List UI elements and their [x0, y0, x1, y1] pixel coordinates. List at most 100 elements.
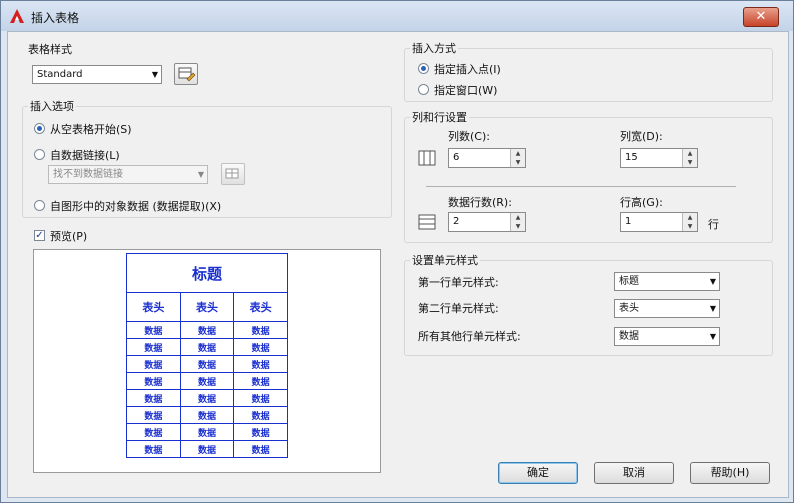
insert-options-label: 插入选项 — [28, 98, 76, 114]
preview-data-cell: 数据 — [126, 440, 181, 458]
insert-table-dialog: 插入表格 ✕ 表格样式 Standard ▼ 插入选项 从空表格开始(S) 自数… — [0, 0, 794, 503]
preview-data-cell: 数据 — [126, 355, 181, 373]
rows-icon — [418, 214, 436, 230]
other-rows-style-label: 所有其他行单元样式: — [418, 330, 521, 343]
preview-data-cell: 数据 — [233, 423, 288, 441]
preview-data-cell: 数据 — [179, 389, 235, 407]
chevron-down-icon: ▼ — [709, 304, 716, 313]
from-empty-label[interactable]: 从空表格开始(S) — [50, 121, 132, 137]
columns-icon — [418, 150, 436, 166]
specify-point-radio[interactable] — [418, 63, 429, 74]
first-row-style-value: 标题 — [619, 276, 639, 287]
table-style-select[interactable]: Standard ▼ — [32, 65, 162, 84]
from-link-label[interactable]: 自数据链接(L) — [50, 147, 120, 163]
spin-down-icon[interactable]: ▼ — [511, 158, 525, 167]
row-height-spinner[interactable]: 1 ▲ ▼ — [620, 212, 698, 232]
preview-data-cell: 数据 — [233, 321, 288, 339]
chevron-down-icon: ▼ — [709, 332, 716, 341]
specify-window-radio[interactable] — [418, 84, 429, 95]
settings-divider — [426, 186, 736, 187]
data-link-value: 找不到数据链接 — [53, 169, 123, 180]
columns-spinner[interactable]: 6 ▲ ▼ — [448, 148, 526, 168]
preview-data-cell: 数据 — [233, 440, 288, 458]
preview-data-cell: 数据 — [179, 321, 235, 339]
table-style-dialog-button[interactable] — [174, 63, 198, 85]
preview-data-cell: 数据 — [126, 423, 181, 441]
data-rows-spin-buttons[interactable]: ▲ ▼ — [510, 213, 525, 231]
preview-table: 标题 表头 表头 表头 数据 数据 数据 数据 数据 数据 数据 数据 数据 数据 数据 数据 … — [126, 253, 288, 458]
spin-up-icon[interactable]: ▲ — [511, 213, 525, 222]
preview-panel: 标题 表头 表头 表头 数据 数据 数据 数据 数据 数据 数据 数据 数据 数据 数据 数据 … — [33, 249, 381, 473]
preview-header-cell: 表头 — [179, 292, 235, 322]
second-row-style-label: 第二行单元样式: — [418, 302, 499, 315]
preview-header-cell: 表头 — [233, 292, 288, 322]
spin-down-icon[interactable]: ▼ — [683, 222, 697, 231]
spin-up-icon[interactable]: ▲ — [683, 149, 697, 158]
other-rows-style-select[interactable]: 数据 ▼ — [614, 327, 720, 346]
from-objects-label[interactable]: 自图形中的对象数据 (数据提取)(X) — [50, 198, 221, 214]
row-height-value: 1 — [625, 216, 632, 227]
second-row-style-select[interactable]: 表头 ▼ — [614, 299, 720, 318]
row-height-label: 行高(G): — [620, 196, 663, 209]
first-row-style-label: 第一行单元样式: — [418, 276, 499, 289]
preview-data-cell: 数据 — [233, 406, 288, 424]
preview-label[interactable]: 预览(P) — [50, 228, 87, 244]
row-height-spin-buttons[interactable]: ▲ ▼ — [682, 213, 697, 231]
from-objects-radio[interactable] — [34, 200, 45, 211]
insert-method-label: 插入方式 — [410, 40, 458, 56]
from-empty-radio[interactable] — [34, 123, 45, 134]
preview-data-cell: 数据 — [126, 389, 181, 407]
cancel-button[interactable]: 取消 — [594, 462, 674, 484]
title-bar[interactable]: 插入表格 ✕ — [1, 1, 793, 31]
close-button[interactable]: ✕ — [743, 7, 779, 27]
ok-button[interactable]: 确定 — [498, 462, 578, 484]
preview-data-cell: 数据 — [126, 372, 181, 390]
columns-label: 列数(C): — [448, 130, 490, 143]
preview-checkbox[interactable]: ✓ — [34, 230, 45, 241]
data-link-icon — [225, 168, 239, 179]
preview-data-cell: 数据 — [126, 406, 181, 424]
window-title: 插入表格 — [31, 11, 80, 25]
preview-title-cell: 标题 — [126, 253, 288, 293]
chevron-down-icon: ▼ — [151, 70, 158, 79]
table-style-value: Standard — [37, 69, 83, 80]
preview-data-cell: 数据 — [179, 440, 235, 458]
preview-data-cell: 数据 — [233, 338, 288, 356]
data-link-select[interactable]: 找不到数据链接 ▼ — [48, 165, 208, 184]
col-width-label: 列宽(D): — [620, 130, 663, 143]
chevron-down-icon: ▼ — [709, 277, 716, 286]
data-link-manager-button[interactable] — [221, 163, 245, 185]
autocad-logo-icon — [10, 9, 24, 23]
preview-data-cell: 数据 — [179, 423, 235, 441]
from-link-radio[interactable] — [34, 149, 45, 160]
edit-table-style-icon — [178, 67, 196, 82]
second-row-style-value: 表头 — [619, 303, 639, 314]
preview-data-cell: 数据 — [233, 355, 288, 373]
preview-data-cell: 数据 — [179, 338, 235, 356]
col-width-spin-buttons[interactable]: ▲ ▼ — [682, 149, 697, 167]
data-rows-label: 数据行数(R): — [448, 196, 512, 209]
col-width-value: 15 — [625, 152, 638, 163]
data-rows-spinner[interactable]: 2 ▲ ▼ — [448, 212, 526, 232]
columns-spin-buttons[interactable]: ▲ ▼ — [510, 149, 525, 167]
dialog-body: 表格样式 Standard ▼ 插入选项 从空表格开始(S) 自数据链接(L) … — [7, 31, 789, 498]
col-row-settings-label: 列和行设置 — [410, 109, 469, 125]
spin-down-icon[interactable]: ▼ — [683, 158, 697, 167]
spin-up-icon[interactable]: ▲ — [683, 213, 697, 222]
spin-up-icon[interactable]: ▲ — [511, 149, 525, 158]
first-row-style-select[interactable]: 标题 ▼ — [614, 272, 720, 291]
table-style-label: 表格样式 — [28, 43, 72, 56]
preview-data-cell: 数据 — [179, 406, 235, 424]
help-button[interactable]: 帮助(H) — [690, 462, 770, 484]
specify-point-label[interactable]: 指定插入点(I) — [434, 61, 501, 77]
row-unit-label: 行 — [708, 218, 719, 231]
specify-window-label[interactable]: 指定窗口(W) — [434, 82, 497, 98]
preview-data-cell: 数据 — [126, 321, 181, 339]
cell-styles-label: 设置单元样式 — [410, 252, 480, 268]
preview-header-cell: 表头 — [126, 292, 181, 322]
columns-value: 6 — [453, 152, 460, 163]
col-width-spinner[interactable]: 15 ▲ ▼ — [620, 148, 698, 168]
spin-down-icon[interactable]: ▼ — [511, 222, 525, 231]
preview-data-cell: 数据 — [179, 372, 235, 390]
preview-data-cell: 数据 — [233, 372, 288, 390]
